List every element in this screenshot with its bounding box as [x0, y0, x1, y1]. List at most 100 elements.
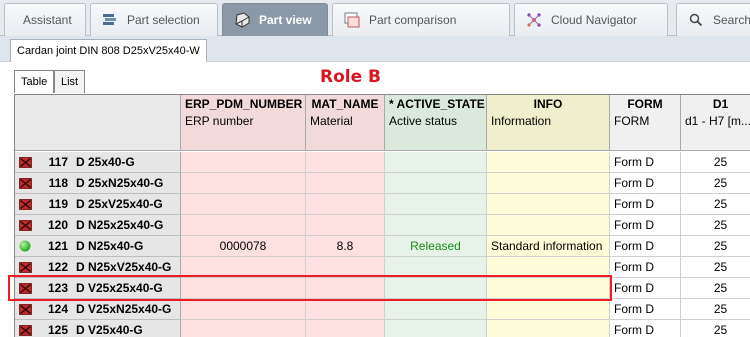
document-tab[interactable]: Cardan joint DIN 808 D25xV25x40-W: [10, 39, 207, 62]
tab-cloud-navigator[interactable]: Cloud Navigator: [514, 3, 668, 36]
row-header[interactable]: 123 D V25x25x40-G: [15, 278, 181, 299]
info-cell[interactable]: [487, 278, 610, 299]
active-state-cell[interactable]: Released: [385, 236, 487, 257]
table-row[interactable]: 120 D N25x25x40-G Form D 25: [15, 215, 750, 236]
material-cell[interactable]: [306, 257, 385, 278]
row-header[interactable]: 120 D N25x25x40-G: [15, 215, 181, 236]
material-cell[interactable]: [306, 299, 385, 320]
corner-header: [15, 95, 181, 151]
form-cell[interactable]: Form D: [610, 215, 681, 236]
table-row[interactable]: 118 D 25xN25x40-G Form D 25: [15, 173, 750, 194]
tab-label: Search: [713, 13, 750, 27]
form-cell[interactable]: Form D: [610, 278, 681, 299]
info-cell[interactable]: [487, 194, 610, 215]
tab-label: Assistant: [23, 13, 72, 27]
active-state-cell[interactable]: [385, 215, 487, 236]
part-name: D 25xV25x40-G: [76, 197, 163, 211]
erp-number-cell[interactable]: [181, 320, 306, 337]
tab-assistant[interactable]: Assistant: [4, 3, 86, 36]
info-cell[interactable]: [487, 257, 610, 278]
inactive-status-icon: [18, 260, 32, 274]
table-row[interactable]: 119 D 25xV25x40-G Form D 25: [15, 194, 750, 215]
info-cell[interactable]: [487, 173, 610, 194]
tab-search[interactable]: Search: [676, 3, 750, 36]
table-row[interactable]: 121 D N25x40-G 0000078 8.8 Released Standard …: [15, 236, 750, 257]
tab-list[interactable]: List: [54, 70, 86, 93]
tab-part-comparison[interactable]: Part comparison: [332, 3, 510, 36]
tab-part-selection[interactable]: Part selection: [90, 3, 218, 36]
erp-number-cell[interactable]: 0000078: [181, 236, 306, 257]
d1-cell[interactable]: 25: [681, 152, 750, 173]
erp-number-cell[interactable]: [181, 173, 306, 194]
column-header-mat-name[interactable]: MAT_NAME Material: [306, 95, 385, 151]
info-cell[interactable]: [487, 320, 610, 337]
info-cell[interactable]: [487, 215, 610, 236]
material-cell[interactable]: [306, 320, 385, 337]
material-cell[interactable]: [306, 215, 385, 236]
material-cell[interactable]: 8.8: [306, 236, 385, 257]
column-header-form[interactable]: FORM FORM: [610, 95, 681, 151]
tab-label: Part selection: [127, 13, 200, 27]
active-state-cell[interactable]: [385, 320, 487, 337]
form-cell[interactable]: Form D: [610, 194, 681, 215]
row-header[interactable]: 124 D V25xN25x40-G: [15, 299, 181, 320]
row-number: 122: [47, 260, 68, 274]
d1-cell[interactable]: 25: [681, 278, 750, 299]
table-row[interactable]: 123 D V25x25x40-G Form D 25: [15, 278, 750, 299]
form-cell[interactable]: Form D: [610, 236, 681, 257]
row-header[interactable]: 121 D N25x40-G: [15, 236, 181, 257]
active-status-icon: [18, 239, 32, 253]
d1-cell[interactable]: 25: [681, 194, 750, 215]
table-row[interactable]: 124 D V25xN25x40-G Form D 25: [15, 299, 750, 320]
table-row[interactable]: 122 D N25xV25x40-G Form D 25: [15, 257, 750, 278]
material-cell[interactable]: [306, 173, 385, 194]
form-cell[interactable]: Form D: [610, 257, 681, 278]
active-state-cell[interactable]: [385, 257, 487, 278]
view-tabs: Table List Role B: [0, 62, 750, 95]
material-cell[interactable]: [306, 278, 385, 299]
info-cell[interactable]: [487, 299, 610, 320]
inactive-status-icon: [18, 281, 32, 295]
row-header[interactable]: 117 D 25x40-G: [15, 152, 181, 173]
active-state-cell[interactable]: [385, 194, 487, 215]
tab-table[interactable]: Table: [14, 70, 55, 93]
info-cell[interactable]: [487, 152, 610, 173]
info-cell[interactable]: Standard information: [487, 236, 610, 257]
erp-number-cell[interactable]: [181, 257, 306, 278]
d1-cell[interactable]: 25: [681, 173, 750, 194]
row-header[interactable]: 119 D 25xV25x40-G: [15, 194, 181, 215]
d1-cell[interactable]: 25: [681, 320, 750, 337]
row-header[interactable]: 125 D V25x40-G: [15, 320, 181, 337]
row-header[interactable]: 118 D 25xN25x40-G: [15, 173, 181, 194]
material-cell[interactable]: [306, 152, 385, 173]
active-state-cell[interactable]: [385, 173, 487, 194]
form-cell[interactable]: Form D: [610, 152, 681, 173]
erp-number-cell[interactable]: [181, 299, 306, 320]
row-number: 123: [47, 281, 68, 295]
tab-label: Part view: [259, 13, 312, 27]
column-header-info[interactable]: INFO Information: [487, 95, 610, 151]
table-row[interactable]: 117 D 25x40-G Form D 25: [15, 152, 750, 173]
column-header-active-state[interactable]: * ACTIVE_STATE Active status: [385, 95, 487, 151]
row-header[interactable]: 122 D N25xV25x40-G: [15, 257, 181, 278]
column-description: Material: [310, 114, 353, 128]
erp-number-cell[interactable]: [181, 278, 306, 299]
form-cell[interactable]: Form D: [610, 173, 681, 194]
table-row[interactable]: 125 D V25x40-G Form D 25: [15, 320, 750, 337]
material-cell[interactable]: [306, 194, 385, 215]
active-state-cell[interactable]: [385, 299, 487, 320]
erp-number-cell[interactable]: [181, 194, 306, 215]
tab-part-view[interactable]: Part view: [222, 3, 328, 36]
d1-cell[interactable]: 25: [681, 257, 750, 278]
active-state-cell[interactable]: [385, 278, 487, 299]
d1-cell[interactable]: 25: [681, 236, 750, 257]
form-cell[interactable]: Form D: [610, 320, 681, 337]
erp-number-cell[interactable]: [181, 215, 306, 236]
d1-cell[interactable]: 25: [681, 215, 750, 236]
column-header-erp-pdm-number[interactable]: ERP_PDM_NUMBER ERP number: [181, 95, 306, 151]
d1-cell[interactable]: 25: [681, 299, 750, 320]
active-state-cell[interactable]: [385, 152, 487, 173]
form-cell[interactable]: Form D: [610, 299, 681, 320]
erp-number-cell[interactable]: [181, 152, 306, 173]
column-header-d1[interactable]: D1 d1 - H7 [m...: [681, 95, 750, 151]
